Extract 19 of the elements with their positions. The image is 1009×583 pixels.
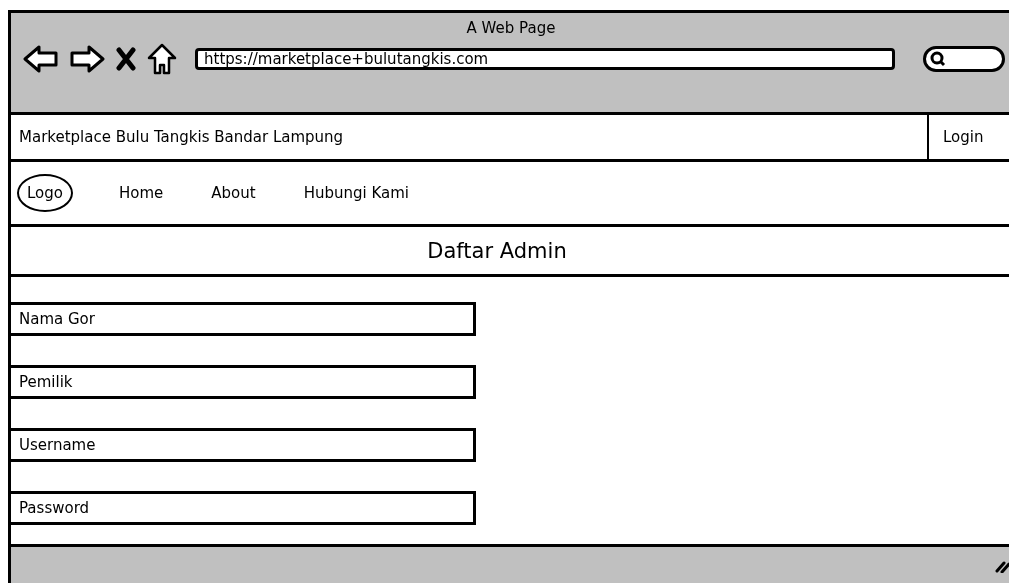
- input-field[interactable]: Nama Gor: [11, 302, 476, 336]
- home-icon[interactable]: [147, 43, 177, 75]
- search-field[interactable]: [923, 46, 1005, 72]
- site-name: Marketplace Bulu Tangkis Bandar Lampung: [18, 128, 345, 146]
- nav-link[interactable]: Hubungi Kami: [303, 184, 409, 202]
- logo[interactable]: Logo: [17, 174, 73, 212]
- back-icon[interactable]: [23, 44, 59, 74]
- nav-link[interactable]: About: [211, 184, 256, 202]
- input-field[interactable]: Username: [11, 428, 476, 462]
- login-link[interactable]: Login: [927, 115, 1009, 159]
- input-field[interactable]: Password: [11, 491, 476, 525]
- input-field[interactable]: Pemilik: [11, 365, 476, 399]
- search-icon: [930, 51, 946, 67]
- page-title: Daftar Admin: [427, 238, 567, 263]
- nav-link[interactable]: Home: [119, 184, 164, 202]
- window-title: A Web Page: [465, 19, 557, 37]
- close-icon[interactable]: [115, 47, 137, 71]
- forward-icon[interactable]: [69, 44, 105, 74]
- url-field[interactable]: https://marketplace+bulutangkis.com: [195, 48, 895, 70]
